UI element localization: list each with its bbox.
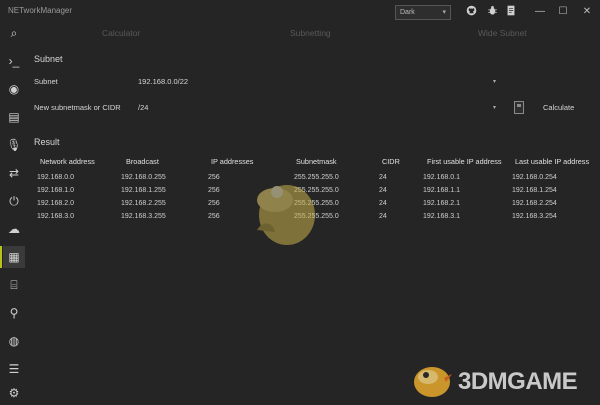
cell-first-usable: 192.168.1.1 bbox=[423, 187, 460, 194]
cell-last-usable: 192.168.1.254 bbox=[512, 187, 557, 194]
cell-last-usable: 192.168.2.254 bbox=[512, 200, 557, 207]
tab-wide-subnet[interactable]: Wide Subnet bbox=[478, 28, 527, 38]
sidebar-item-power[interactable]: ⏻ bbox=[3, 190, 25, 212]
column-header-network-address[interactable]: Network address bbox=[40, 157, 95, 166]
cell-network-address: 192.168.3.0 bbox=[37, 213, 74, 220]
calculate-button[interactable]: Calculate bbox=[543, 103, 574, 112]
column-header-last-usable[interactable]: Last usable IP address bbox=[515, 157, 589, 166]
subnet-label: Subnet bbox=[34, 77, 58, 86]
cell-cidr: 24 bbox=[379, 174, 387, 181]
tab-subnetting[interactable]: Subnetting bbox=[290, 28, 331, 38]
cell-ip-addresses: 256 bbox=[208, 213, 220, 220]
column-header-cidr[interactable]: CIDR bbox=[382, 157, 400, 166]
sidebar-item-search[interactable]: ⌕ bbox=[3, 22, 25, 44]
cell-broadcast: 192.168.2.255 bbox=[121, 200, 166, 207]
mascot-watermark-icon bbox=[257, 185, 315, 245]
maximize-button[interactable]: ☐ bbox=[556, 5, 570, 19]
calculator-icon[interactable] bbox=[514, 101, 524, 114]
subnetmask-input[interactable]: /24 bbox=[138, 103, 148, 112]
cell-ip-addresses: 256 bbox=[208, 187, 220, 194]
github-icon[interactable] bbox=[464, 5, 478, 19]
cell-cidr: 24 bbox=[379, 213, 387, 220]
theme-select-value: Dark bbox=[400, 9, 415, 16]
cell-network-address: 192.168.2.0 bbox=[37, 200, 74, 207]
network-card-icon: ▤ bbox=[8, 110, 20, 124]
close-button[interactable]: ✕ bbox=[580, 5, 594, 19]
calculator-icon: ▦ bbox=[8, 250, 20, 264]
transfer-icon: ⇄ bbox=[8, 166, 20, 180]
power-icon: ⏻ bbox=[9, 194, 19, 208]
cell-network-address: 192.168.0.0 bbox=[37, 174, 74, 181]
cell-first-usable: 192.168.0.1 bbox=[423, 174, 460, 181]
search-icon: ⌕ bbox=[10, 26, 18, 40]
satellite-icon: ⚲ bbox=[9, 306, 19, 320]
cell-broadcast: 192.168.3.255 bbox=[121, 213, 166, 220]
sidebar-item-subnet-calculator[interactable]: ▦ bbox=[0, 246, 25, 268]
result-section-title: Result bbox=[34, 137, 60, 147]
sidebar-item-eye[interactable]: ◉ bbox=[3, 78, 25, 100]
column-header-broadcast[interactable]: Broadcast bbox=[126, 157, 159, 166]
bird-logo-icon bbox=[414, 367, 452, 397]
sidebar-item-terminal[interactable]: ›_ bbox=[3, 50, 25, 72]
bug-icon[interactable] bbox=[485, 5, 499, 19]
minimize-button[interactable]: — bbox=[533, 5, 547, 19]
sidebar-item-lookup[interactable]: ⌸ bbox=[3, 274, 25, 296]
terminal-icon: ›_ bbox=[8, 54, 20, 68]
microphone-icon: 🎙 bbox=[6, 138, 22, 152]
globe-icon: ◍ bbox=[8, 334, 20, 348]
tab-bar: Calculator Subnetting Wide Subnet bbox=[28, 28, 600, 42]
watermark: 3DMGAME bbox=[410, 358, 600, 403]
sidebar-item-settings[interactable]: ⚙ bbox=[3, 382, 25, 404]
list-icon: ☰ bbox=[8, 362, 20, 376]
app-title: NETworkManager bbox=[8, 6, 73, 15]
tab-calculator[interactable]: Calculator bbox=[102, 28, 140, 38]
sidebar-item-cloud[interactable]: ☁ bbox=[3, 218, 25, 240]
cell-cidr: 24 bbox=[379, 200, 387, 207]
cell-cidr: 24 bbox=[379, 187, 387, 194]
cell-last-usable: 192.168.3.254 bbox=[512, 213, 557, 220]
cell-first-usable: 192.168.2.1 bbox=[423, 200, 460, 207]
cell-network-address: 192.168.1.0 bbox=[37, 187, 74, 194]
sidebar-item-satellite[interactable]: ⚲ bbox=[3, 302, 25, 324]
column-header-first-usable[interactable]: First usable IP address bbox=[427, 157, 502, 166]
cell-ip-addresses: 256 bbox=[208, 174, 220, 181]
cell-first-usable: 192.168.3.1 bbox=[423, 213, 460, 220]
cell-last-usable: 192.168.0.254 bbox=[512, 174, 557, 181]
lookup-icon: ⌸ bbox=[10, 278, 18, 292]
cell-broadcast: 192.168.0.255 bbox=[121, 174, 166, 181]
sidebar: ⌕ ›_ ◉ ▤ 🎙 ⇄ ⏻ ☁ ▦ ⌸ ⚲ ◍ ☰ ⚙ bbox=[0, 22, 28, 405]
watermark-text: 3DMGAME bbox=[458, 368, 578, 395]
chevron-down-icon[interactable]: ▾ bbox=[493, 78, 496, 85]
theme-select[interactable]: Dark ▾ bbox=[395, 5, 451, 20]
chevron-down-icon: ▾ bbox=[442, 9, 446, 16]
chevron-down-icon[interactable]: ▾ bbox=[493, 104, 496, 111]
sidebar-item-microphone[interactable]: 🎙 bbox=[3, 134, 25, 156]
cell-ip-addresses: 256 bbox=[208, 200, 220, 207]
cloud-icon: ☁ bbox=[8, 222, 20, 236]
settings-icon: ⚙ bbox=[8, 386, 20, 400]
subnet-section-title: Subnet bbox=[34, 54, 63, 64]
document-icon[interactable] bbox=[504, 5, 518, 19]
sidebar-item-network-card[interactable]: ▤ bbox=[3, 106, 25, 128]
subnet-input[interactable]: 192.168.0.0/22 bbox=[138, 77, 188, 86]
sidebar-item-globe[interactable]: ◍ bbox=[3, 330, 25, 352]
sidebar-item-list[interactable]: ☰ bbox=[3, 358, 25, 380]
subnetmask-label: New subnetmask or CIDR bbox=[34, 103, 121, 112]
title-bar: NETworkManager Dark ▾ — ☐ ✕ bbox=[0, 0, 600, 24]
sidebar-item-transfer[interactable]: ⇄ bbox=[3, 162, 25, 184]
cell-broadcast: 192.168.1.255 bbox=[121, 187, 166, 194]
eye-icon: ◉ bbox=[8, 82, 20, 96]
